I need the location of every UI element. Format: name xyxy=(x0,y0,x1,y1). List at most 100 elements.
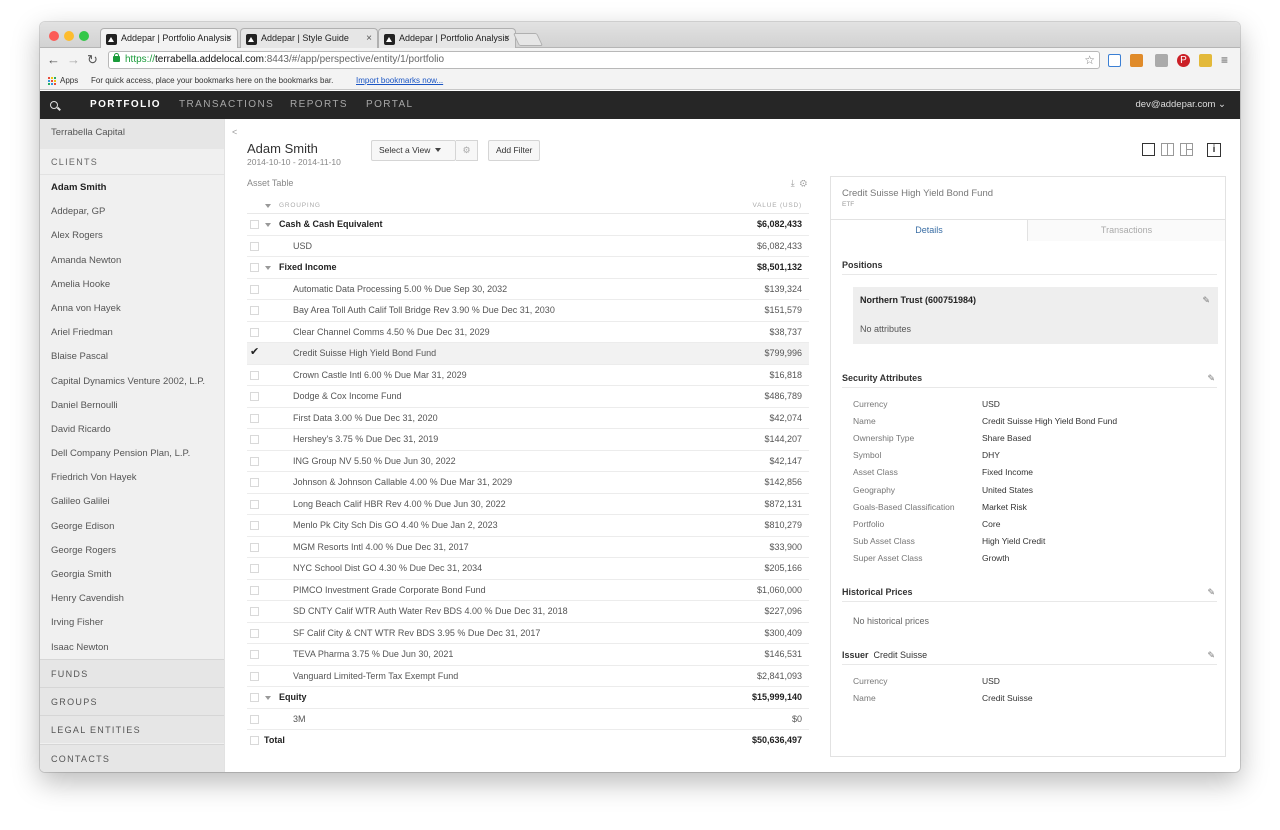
table-row[interactable]: ✔ Credit Suisse High Yield Bond Fund $799,… xyxy=(247,343,809,365)
table-row[interactable]: Dodge & Cox Income Fund $486,789 xyxy=(247,386,809,408)
table-row[interactable]: Automatic Data Processing 5.00 % Due Sep… xyxy=(247,279,809,300)
screenshot-extension-icon[interactable] xyxy=(1108,54,1121,67)
client-item[interactable]: Amelia Hooke xyxy=(40,273,224,297)
address-bar[interactable]: https://terrabella.addelocal.com:8443/#/… xyxy=(108,51,1100,69)
row-checkbox[interactable] xyxy=(250,241,259,251)
row-checkbox[interactable] xyxy=(250,607,259,616)
table-row[interactable]: Clear Channel Comms 4.50 % Due Dec 31, 2… xyxy=(247,322,809,343)
expand-all-caret-icon[interactable] xyxy=(265,204,271,208)
add-filter-button[interactable]: Add Filter xyxy=(488,140,541,161)
row-checkbox[interactable] xyxy=(250,521,259,530)
table-row[interactable]: First Data 3.00 % Due Dec 31, 2020 $42,07… xyxy=(247,408,809,429)
table-row[interactable]: SF Calif City & CNT WTR Rev BDS 3.95 % D… xyxy=(247,623,809,644)
table-row[interactable]: TEVA Pharma 3.75 % Due Jun 30, 2021 $146,… xyxy=(247,644,809,666)
client-item[interactable]: David Ricardo xyxy=(40,418,224,442)
close-tab-icon[interactable]: × xyxy=(504,29,510,48)
nav-transactions[interactable]: TRANSACTIONS xyxy=(179,91,274,119)
checkmark-icon[interactable]: ✔ xyxy=(250,342,259,363)
client-item[interactable]: Alex Rogers xyxy=(40,224,224,248)
client-item[interactable]: George Edison xyxy=(40,515,224,539)
expand-caret-icon[interactable] xyxy=(265,696,271,700)
sidebar-section-groups[interactable]: GROUPS xyxy=(40,687,224,715)
table-row[interactable]: SD CNTY Calif WTR Auth Water Rev BDS 4.0… xyxy=(247,601,809,623)
pinterest-icon[interactable]: P xyxy=(1177,54,1190,67)
import-bookmarks-link[interactable]: Import bookmarks now... xyxy=(356,72,443,89)
client-item[interactable]: Addepar, GP xyxy=(40,200,224,224)
sidebar-section-contacts[interactable]: CONTACTS xyxy=(40,744,224,772)
forward-arrow-icon[interactable]: → xyxy=(67,51,80,69)
nav-portfolio[interactable]: PORTFOLIO xyxy=(90,91,161,119)
menu-icon[interactable]: ≡ xyxy=(1221,51,1228,69)
group-row[interactable]: Equity $15,999,140 xyxy=(247,687,809,709)
browser-tab-1[interactable]: Addepar | Portfolio Analysis × xyxy=(100,28,238,49)
edit-security-pencil-icon[interactable]: ✎ xyxy=(1207,370,1215,386)
row-checkbox[interactable] xyxy=(250,650,259,659)
table-row[interactable]: Hershey's 3.75 % Due Dec 31, 2019 $144,20… xyxy=(247,429,809,451)
close-window-button[interactable] xyxy=(49,31,59,41)
browser-tab-2[interactable]: Addepar | Style Guide × xyxy=(240,28,378,49)
info-icon[interactable]: i xyxy=(1207,143,1221,157)
client-item[interactable]: Henry Cavendish xyxy=(40,587,224,611)
grid-layout-icon[interactable] xyxy=(1180,143,1193,156)
clients-header[interactable]: CLIENTS xyxy=(40,149,224,175)
sidebar-section-funds[interactable]: FUNDS xyxy=(40,659,224,687)
back-arrow-icon[interactable]: ← xyxy=(47,51,60,69)
apps-grid-icon[interactable] xyxy=(47,76,56,85)
column-value[interactable]: VALUE (USD) xyxy=(753,197,803,214)
column-grouping[interactable]: GROUPING xyxy=(279,197,321,214)
row-checkbox[interactable] xyxy=(250,499,259,509)
table-row[interactable]: USD $6,082,433 xyxy=(247,236,809,257)
expand-caret-icon[interactable] xyxy=(265,223,271,227)
collapse-sidebar-icon[interactable]: < xyxy=(232,127,237,137)
client-item[interactable]: Dell Company Pension Plan, L.P. xyxy=(40,442,224,466)
search-icon[interactable] xyxy=(50,101,58,109)
edit-issuer-pencil-icon[interactable]: ✎ xyxy=(1207,647,1215,663)
download-icon[interactable]: ⤓ xyxy=(791,178,795,188)
client-item[interactable]: Daniel Bernoulli xyxy=(40,394,224,418)
reload-icon[interactable]: ↻ xyxy=(87,51,98,69)
client-item[interactable]: Galileo Galilei xyxy=(40,490,224,514)
maximize-window-button[interactable] xyxy=(79,31,89,41)
table-row[interactable]: Menlo Pk City Sch Dis GO 4.40 % Due Jan … xyxy=(247,515,809,537)
row-checkbox[interactable] xyxy=(250,370,259,380)
client-item[interactable]: Ariel Friedman xyxy=(40,321,224,345)
expand-caret-icon[interactable] xyxy=(265,266,271,270)
pencil-extension-icon[interactable] xyxy=(1199,54,1212,67)
row-checkbox[interactable] xyxy=(250,714,259,724)
row-checkbox[interactable] xyxy=(250,435,259,444)
row-checkbox[interactable] xyxy=(250,306,259,315)
row-checkbox[interactable] xyxy=(250,736,259,745)
table-row[interactable]: Vanguard Limited-Term Tax Exempt Fund $2,… xyxy=(247,666,809,687)
row-checkbox[interactable] xyxy=(250,413,259,423)
edit-position-pencil-icon[interactable]: ✎ xyxy=(1202,295,1210,306)
table-row[interactable]: NYC School Dist GO 4.30 % Due Dec 31, 20… xyxy=(247,558,809,580)
key-extension-icon[interactable] xyxy=(1130,54,1143,67)
row-checkbox[interactable] xyxy=(250,693,259,702)
table-row[interactable]: Johnson & Johnson Callable 4.00 % Due Ma… xyxy=(247,472,809,494)
close-tab-icon[interactable]: × xyxy=(226,29,232,48)
table-row[interactable]: Bay Area Toll Auth Calif Toll Bridge Rev… xyxy=(247,300,809,322)
total-row[interactable]: Total $50,636,497 xyxy=(247,730,809,752)
edit-prices-pencil-icon[interactable]: ✎ xyxy=(1207,584,1215,600)
select-view-dropdown[interactable]: Select a View xyxy=(371,140,456,161)
client-item[interactable]: Capital Dynamics Venture 2002, L.P. xyxy=(40,370,224,394)
row-checkbox[interactable] xyxy=(250,263,259,272)
view-settings-gear-icon[interactable]: ⚙ xyxy=(456,140,478,161)
user-menu[interactable]: dev@addepar.com ⌄ xyxy=(1136,91,1227,119)
client-item[interactable]: Georgia Smith xyxy=(40,563,224,587)
close-tab-icon[interactable]: × xyxy=(366,29,372,48)
table-row[interactable]: ING Group NV 5.50 % Due Jun 30, 2022 $42,… xyxy=(247,451,809,472)
sidebar-section-legal-entities[interactable]: LEGAL ENTITIES xyxy=(40,715,224,743)
client-item[interactable]: Anna von Hayek xyxy=(40,297,224,321)
nav-portal[interactable]: PORTAL xyxy=(366,91,414,119)
row-checkbox[interactable] xyxy=(250,284,259,294)
table-row[interactable]: 3M $0 xyxy=(247,709,809,730)
nav-reports[interactable]: REPORTS xyxy=(290,91,348,119)
apps-link[interactable]: Apps xyxy=(60,72,78,89)
client-item[interactable]: Blaise Pascal xyxy=(40,345,224,369)
position-card[interactable]: Northern Trust (600751984) ✎ No attribut… xyxy=(853,287,1218,344)
minimize-window-button[interactable] xyxy=(64,31,74,41)
row-checkbox[interactable] xyxy=(250,671,259,681)
firm-name[interactable]: Terrabella Capital xyxy=(40,119,224,149)
row-checkbox[interactable] xyxy=(250,327,259,337)
